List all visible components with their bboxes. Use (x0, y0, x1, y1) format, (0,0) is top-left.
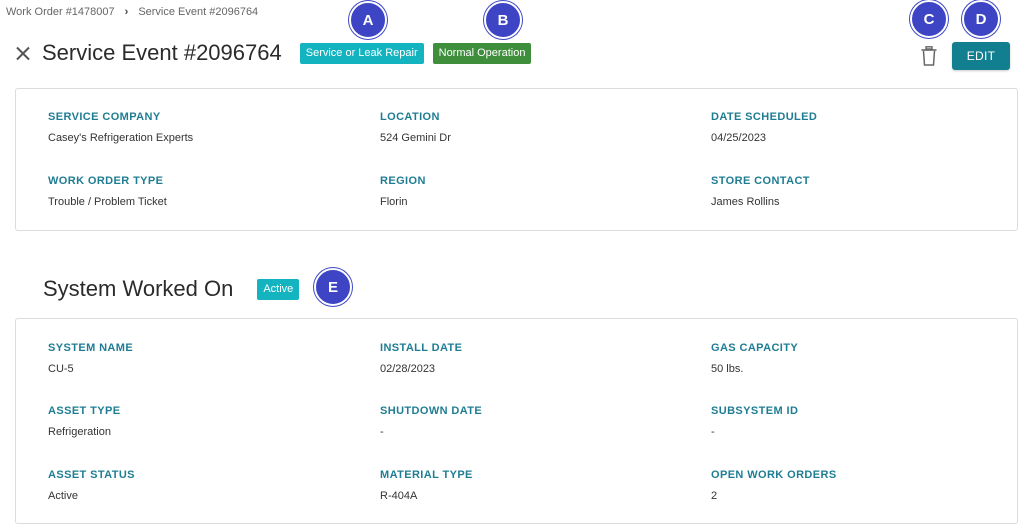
field-value: Florin (380, 196, 408, 208)
field-gas-capacity: GAS CAPACITY 50 lbs. (711, 342, 798, 375)
field-value: CU-5 (48, 363, 74, 375)
field-store-contact: STORE CONTACT James Rollins (711, 175, 810, 208)
field-shutdown-date: SHUTDOWN DATE - (380, 405, 482, 438)
field-label: REGION (380, 175, 426, 187)
system-section-header: System Worked On Active (43, 276, 300, 302)
field-value: 50 lbs. (711, 363, 744, 375)
field-subsystem-id: SUBSYSTEM ID - (711, 405, 798, 438)
field-value: R-404A (380, 490, 418, 502)
field-install-date: INSTALL DATE 02/28/2023 (380, 342, 462, 375)
breadcrumb-service-event[interactable]: Service Event #2096764 (138, 6, 258, 18)
annotation-marker-a: A (349, 1, 387, 39)
breadcrumb: Work Order #1478007 › Service Event #209… (6, 6, 258, 18)
annotation-marker-d: D (962, 0, 1000, 38)
service-type-badge: Service or Leak Repair (299, 42, 424, 64)
field-value: James Rollins (711, 196, 780, 208)
field-value: 2 (711, 490, 718, 502)
annotation-marker-c: C (910, 0, 948, 38)
field-value: - (711, 426, 715, 438)
field-label: MATERIAL TYPE (380, 469, 473, 481)
field-open-work-orders: OPEN WORK ORDERS 2 (711, 469, 837, 502)
field-label: SHUTDOWN DATE (380, 405, 483, 417)
field-label: GAS CAPACITY (711, 342, 799, 354)
field-material-type: MATERIAL TYPE R-404A (380, 469, 473, 502)
field-value: - (380, 426, 384, 438)
annotation-marker-e: E (314, 268, 352, 306)
field-value: 524 Gemini Dr (380, 132, 451, 144)
field-label: OPEN WORK ORDERS (711, 469, 837, 481)
field-label: LOCATION (380, 111, 440, 123)
service-details-card: SERVICE COMPANY Casey's Refrigeration Ex… (15, 88, 1018, 231)
active-badge: Active (257, 278, 300, 300)
field-label: SYSTEM NAME (48, 342, 134, 354)
breadcrumb-work-order[interactable]: Work Order #1478007 (6, 6, 115, 18)
page-title: Service Event #2096764 (42, 40, 282, 65)
field-label: SUBSYSTEM ID (711, 405, 799, 417)
edit-button[interactable]: EDIT (952, 42, 1010, 70)
annotation-marker-b: B (484, 1, 522, 39)
field-value: Active (48, 490, 78, 502)
field-label: ASSET TYPE (48, 405, 121, 417)
system-details-card: SYSTEM NAME CU-5 INSTALL DATE 02/28/2023… (15, 318, 1018, 524)
field-label: ASSET STATUS (48, 469, 135, 481)
field-asset-type: ASSET TYPE Refrigeration (48, 405, 120, 438)
section-title: System Worked On (43, 276, 234, 301)
field-value: Casey's Refrigeration Experts (48, 132, 194, 144)
field-date-scheduled: DATE SCHEDULED 04/25/2023 (711, 111, 817, 144)
field-region: REGION Florin (380, 175, 426, 208)
field-system-name: SYSTEM NAME CU-5 (48, 342, 133, 375)
field-location: LOCATION 524 Gemini Dr (380, 111, 451, 144)
status-badge: Normal Operation (432, 42, 532, 64)
field-value: 04/25/2023 (711, 132, 767, 144)
field-value: Trouble / Problem Ticket (48, 196, 167, 208)
field-label: INSTALL DATE (380, 342, 463, 354)
field-work-order-type: WORK ORDER TYPE Trouble / Problem Ticket (48, 175, 167, 208)
title-row: Service Event #2096764 Service or Leak R… (16, 40, 532, 66)
field-label: STORE CONTACT (711, 175, 810, 187)
field-label: SERVICE COMPANY (48, 111, 161, 123)
field-value: Refrigeration (48, 426, 111, 438)
field-value: 02/28/2023 (380, 363, 436, 375)
field-service-company: SERVICE COMPANY Casey's Refrigeration Ex… (48, 111, 193, 144)
field-label: WORK ORDER TYPE (48, 175, 164, 187)
trash-icon[interactable] (921, 46, 937, 66)
field-label: DATE SCHEDULED (711, 111, 818, 123)
field-asset-status: ASSET STATUS Active (48, 469, 135, 502)
chevron-right-icon: › (124, 6, 129, 18)
close-icon[interactable] (16, 46, 30, 60)
